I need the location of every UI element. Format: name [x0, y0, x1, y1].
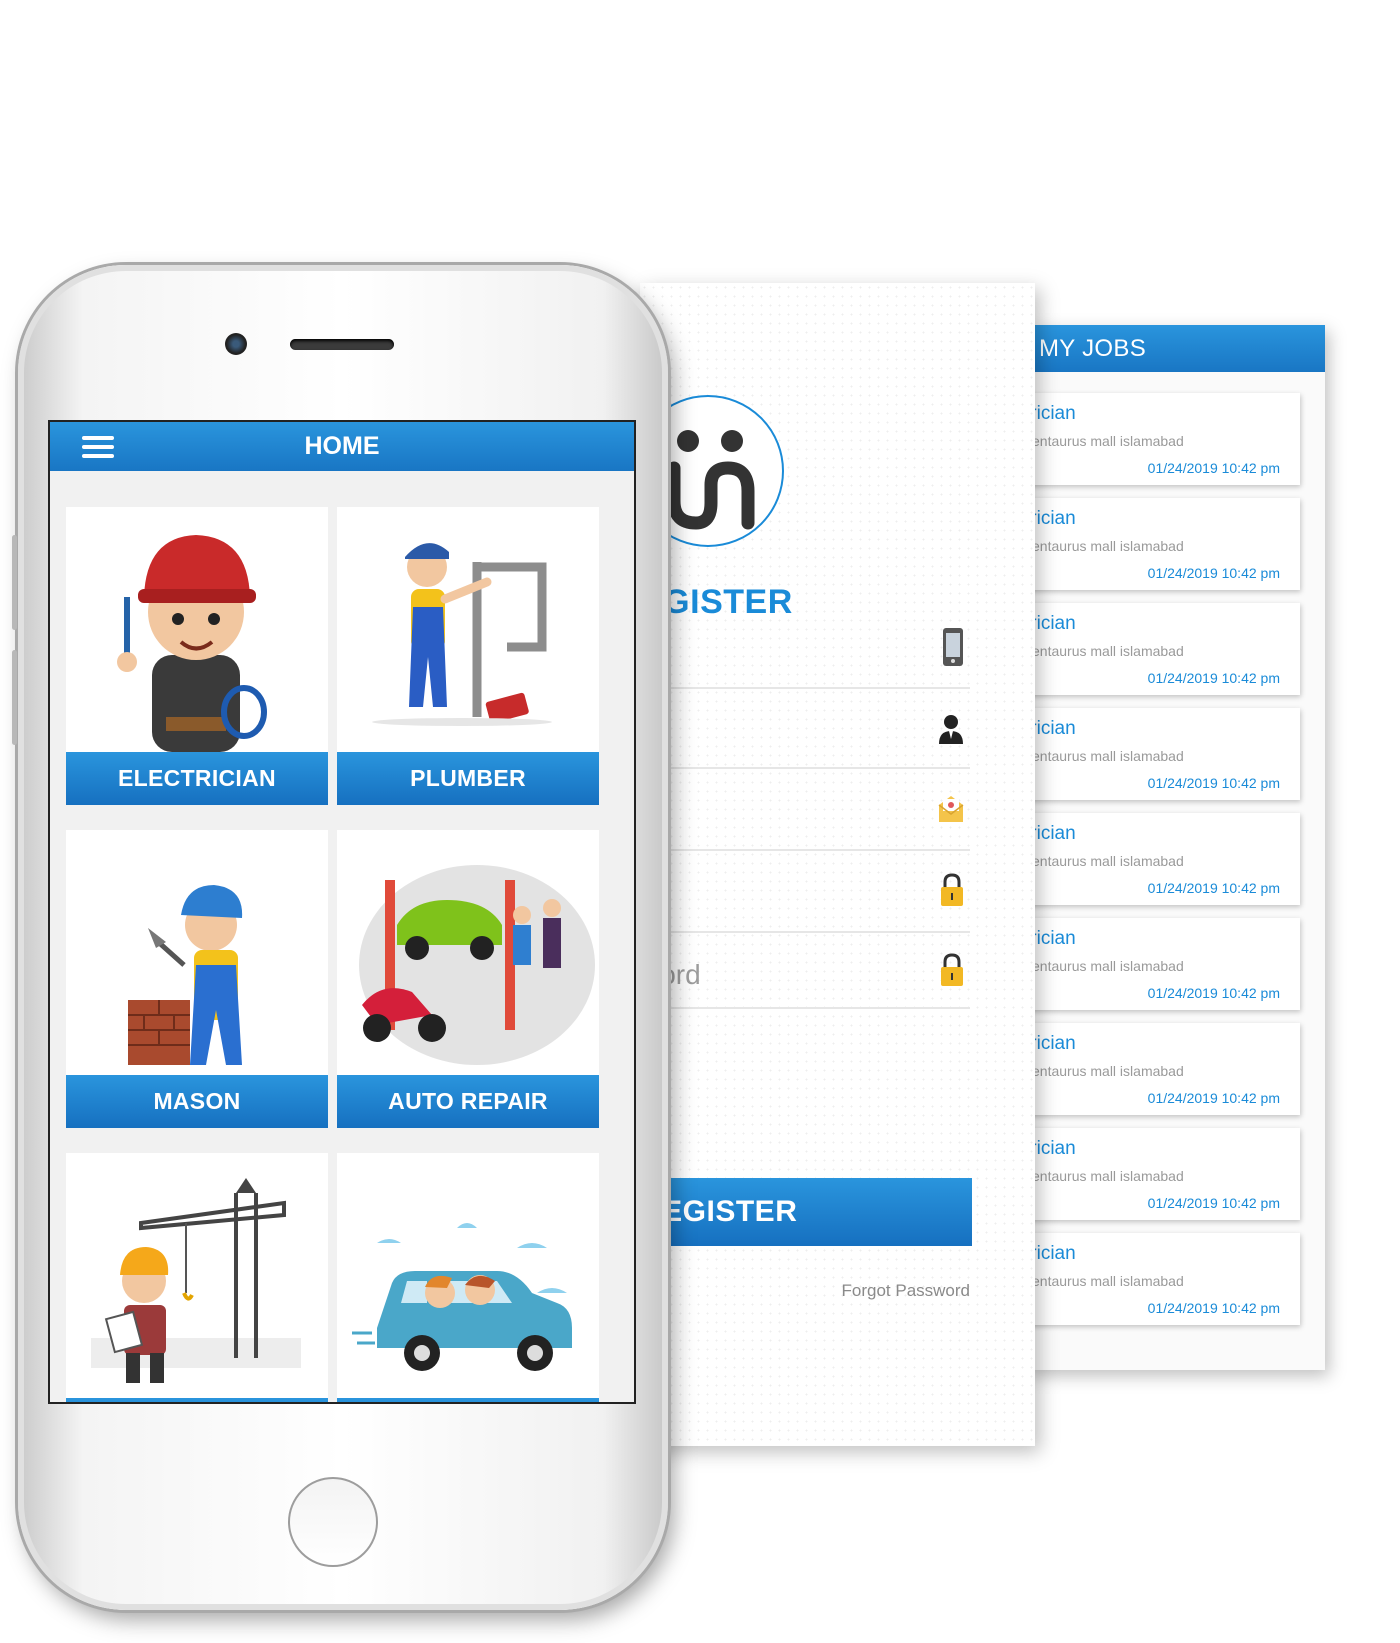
job-location: centaurus mall islamabad	[1025, 1273, 1184, 1289]
category-tile-electrician[interactable]: ELECTRICIAN	[66, 507, 328, 805]
lock-icon	[941, 873, 963, 906]
category-label: MASON	[66, 1075, 328, 1128]
logo-icon	[667, 430, 755, 530]
lock-icon	[941, 953, 963, 986]
job-datetime: 01/24/2019 10:42 pm	[1147, 670, 1280, 686]
job-location: centaurus mall islamabad	[1025, 748, 1184, 764]
category-label	[66, 1398, 328, 1402]
category-tile-auto-repair[interactable]: AUTO REPAIR	[337, 830, 599, 1128]
category-tile-plumber[interactable]: PLUMBER	[337, 507, 599, 805]
forgot-password-link[interactable]: Forgot Password	[842, 1281, 971, 1301]
home-button[interactable]	[288, 1477, 378, 1567]
auto-repair-illustration-icon	[359, 865, 595, 1065]
job-datetime: 01/24/2019 10:42 pm	[1147, 1090, 1280, 1106]
phone-device: HOME ELECTRICIAN PLUMBER MASON AUTO REPA…	[12, 265, 668, 1610]
job-datetime: 01/24/2019 10:42 pm	[1147, 775, 1280, 791]
category-tile-car-ride[interactable]	[337, 1153, 599, 1402]
job-location: centaurus mall islamabad	[1025, 643, 1184, 659]
email-icon	[938, 796, 964, 822]
job-card[interactable]: trician centaurus mall islamabad 01/24/2…	[1025, 1233, 1300, 1325]
category-tile-construction[interactable]	[66, 1153, 328, 1402]
job-card[interactable]: trician centaurus mall islamabad 01/24/2…	[1025, 918, 1300, 1010]
job-datetime: 01/24/2019 10:42 pm	[1147, 880, 1280, 896]
job-location: centaurus mall islamabad	[1025, 433, 1184, 449]
job-card[interactable]: trician centaurus mall islamabad 01/24/2…	[1025, 813, 1300, 905]
job-location: centaurus mall islamabad	[1025, 538, 1184, 554]
home-screen: HOME ELECTRICIAN PLUMBER MASON AUTO REPA…	[48, 420, 636, 1404]
electrician-illustration-icon	[117, 535, 267, 752]
user-icon	[939, 715, 963, 744]
volume-down-button	[12, 650, 17, 745]
password-field[interactable]	[640, 849, 970, 933]
job-location: centaurus mall islamabad	[1025, 853, 1184, 869]
front-camera	[225, 333, 247, 355]
job-location: centaurus mall islamabad	[1025, 1168, 1184, 1184]
name-field[interactable]	[640, 687, 970, 769]
job-card[interactable]: trician centaurus mall islamabad 01/24/2…	[1025, 708, 1300, 800]
category-label: ELECTRICIAN	[66, 752, 328, 805]
job-card[interactable]: trician centaurus mall islamabad 01/24/2…	[1025, 1128, 1300, 1220]
job-location: centaurus mall islamabad	[1025, 958, 1184, 974]
email-field[interactable]	[640, 767, 970, 851]
job-datetime: 01/24/2019 10:42 pm	[1147, 460, 1280, 476]
category-label: PLUMBER	[337, 752, 599, 805]
category-label	[337, 1398, 599, 1402]
job-datetime: 01/24/2019 10:42 pm	[1147, 985, 1280, 1001]
category-label: AUTO REPAIR	[337, 1075, 599, 1128]
volume-up-button	[12, 535, 17, 630]
job-datetime: 01/24/2019 10:42 pm	[1147, 1195, 1280, 1211]
job-location: centaurus mall islamabad	[1025, 1063, 1184, 1079]
job-card[interactable]: trician centaurus mall islamabad 01/24/2…	[1025, 498, 1300, 590]
mason-illustration-icon	[128, 885, 243, 1065]
jobs-header-title: MY JOBS	[1025, 325, 1325, 372]
home-title: HOME	[304, 432, 380, 460]
jobs-list: trician centaurus mall islamabad 01/24/2…	[1025, 393, 1300, 1338]
my-jobs-screen: MY JOBS trician centaurus mall islamabad…	[1025, 325, 1325, 1370]
category-tile-mason[interactable]: MASON	[66, 830, 328, 1128]
job-card[interactable]: trician centaurus mall islamabad 01/24/2…	[1025, 393, 1300, 485]
job-card[interactable]: trician centaurus mall islamabad 01/24/2…	[1025, 603, 1300, 695]
job-datetime: 01/24/2019 10:42 pm	[1147, 565, 1280, 581]
register-button[interactable]: REGISTER	[640, 1178, 972, 1246]
confirm-password-field[interactable]: word	[640, 931, 970, 1009]
job-card[interactable]: trician centaurus mall islamabad 01/24/2…	[1025, 1023, 1300, 1115]
construction-illustration-icon	[91, 1178, 301, 1383]
car-ride-illustration-icon	[352, 1223, 572, 1371]
mobile-phone-icon	[943, 628, 963, 666]
job-datetime: 01/24/2019 10:42 pm	[1147, 1300, 1280, 1316]
earpiece-speaker	[290, 339, 394, 350]
register-screen: EGISTER word REGISTER Forgot Password	[640, 283, 1035, 1446]
app-bar: HOME	[50, 422, 634, 471]
plumber-illustration-icon	[372, 543, 552, 726]
phone-field[interactable]	[640, 623, 970, 689]
